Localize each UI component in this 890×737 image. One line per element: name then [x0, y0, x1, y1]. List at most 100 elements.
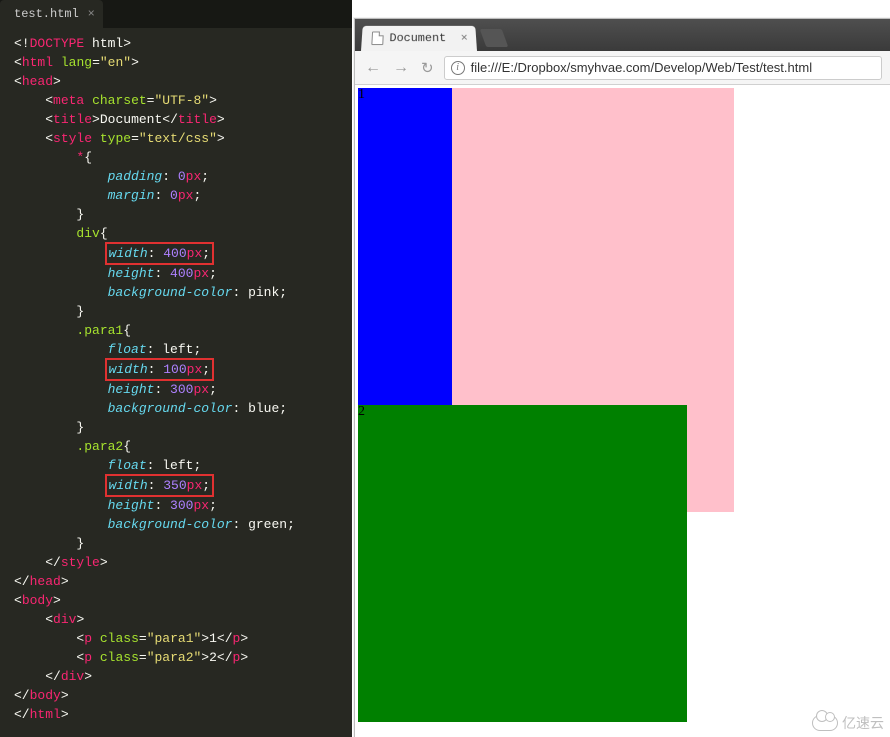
close-icon[interactable]: ×: [460, 26, 468, 51]
code-token: Document: [100, 112, 162, 127]
code-token: height: [108, 498, 155, 513]
code-token: green: [248, 517, 287, 532]
code-token: .para2: [76, 439, 123, 454]
forward-button[interactable]: →: [391, 59, 411, 77]
code-token: blue: [248, 401, 279, 416]
code-token: p: [84, 631, 92, 646]
code-token: >: [61, 688, 69, 703]
code-token: "para2": [147, 650, 202, 665]
code-token: >: [92, 112, 100, 127]
code-token: 100: [163, 362, 186, 377]
code-token: </: [45, 555, 61, 570]
code-token: style: [61, 555, 100, 570]
code-token: >: [53, 593, 61, 608]
code-token: }: [76, 536, 84, 551]
code-token: <: [45, 93, 53, 108]
rendered-para1-blue: 1: [358, 88, 452, 405]
code-token: .para1: [76, 323, 123, 338]
code-token: px: [187, 478, 203, 493]
highlight-box: width: 100px;: [105, 358, 214, 381]
code-token: >: [100, 555, 108, 570]
site-info-icon[interactable]: i: [451, 61, 465, 75]
code-token: float: [108, 342, 147, 357]
code-token: ;: [279, 401, 287, 416]
back-button[interactable]: ←: [363, 59, 383, 77]
browser-window: Document × ← → ↻ i file:///E:/Dropbox/sm…: [354, 18, 890, 737]
code-token: >: [217, 112, 225, 127]
code-token: >: [76, 612, 84, 627]
code-token: >: [201, 631, 209, 646]
reload-button[interactable]: ↻: [419, 59, 436, 77]
code-token: <: [45, 612, 53, 627]
code-token: {: [123, 439, 131, 454]
code-area[interactable]: <!DOCTYPE html> <html lang="en"> <head> …: [0, 28, 352, 732]
editor-tabbar: test.html ×: [0, 0, 352, 28]
code-editor-pane: test.html × <!DOCTYPE html> <html lang="…: [0, 0, 352, 737]
address-bar[interactable]: i file:///E:/Dropbox/smyhvae.com/Develop…: [444, 56, 882, 80]
code-token: "en": [100, 55, 131, 70]
code-token: style: [53, 131, 92, 146]
code-token: >: [53, 74, 61, 89]
code-token: <: [45, 112, 53, 127]
code-token: >: [61, 574, 69, 589]
code-token: ;: [193, 188, 201, 203]
highlight-box: width: 350px;: [105, 474, 214, 497]
code-token: <: [45, 131, 53, 146]
code-token: >: [217, 131, 225, 146]
code-token: px: [178, 188, 194, 203]
code-token: px: [186, 169, 202, 184]
code-token: height: [108, 266, 155, 281]
browser-tab-document[interactable]: Document ×: [361, 26, 477, 51]
close-icon[interactable]: ×: [88, 0, 95, 28]
code-token: pink: [248, 285, 279, 300]
code-token: >: [131, 55, 139, 70]
code-token: >: [240, 650, 248, 665]
rendered-para2-green: 2: [358, 405, 687, 722]
browser-toolbar: ← → ↻ i file:///E:/Dropbox/smyhvae.com/D…: [355, 51, 890, 85]
code-token: 300: [170, 498, 193, 513]
code-token: ;: [193, 342, 201, 357]
code-token: float: [108, 458, 147, 473]
code-token: ;: [279, 285, 287, 300]
code-token: 400: [163, 246, 186, 261]
code-token: {: [123, 323, 131, 338]
code-token: <: [14, 55, 22, 70]
code-token: <!: [14, 36, 30, 51]
code-token: px: [193, 382, 209, 397]
code-token: width: [109, 478, 148, 493]
editor-tab-filename: test.html: [14, 7, 79, 21]
code-token: </: [14, 688, 30, 703]
code-token: {: [84, 150, 92, 165]
watermark-text: 亿速云: [842, 713, 884, 733]
code-token: </: [162, 112, 178, 127]
code-token: ;: [202, 246, 210, 261]
code-token: DOCTYPE: [30, 36, 85, 51]
code-token: >: [123, 36, 131, 51]
code-token: >: [201, 650, 209, 665]
code-token: ;: [287, 517, 295, 532]
code-token: ;: [201, 169, 209, 184]
code-token: class: [100, 650, 139, 665]
code-token: html: [84, 36, 123, 51]
code-token: 350: [163, 478, 186, 493]
code-token: >: [61, 707, 69, 722]
code-token: class: [100, 631, 139, 646]
code-token: </: [217, 650, 233, 665]
code-token: div: [76, 226, 99, 241]
editor-tab-test-html[interactable]: test.html ×: [0, 0, 103, 28]
new-tab-button[interactable]: [479, 29, 508, 47]
code-token: type: [100, 131, 131, 146]
code-token: px: [193, 266, 209, 281]
code-token: "UTF-8": [154, 93, 209, 108]
code-token: padding: [108, 169, 163, 184]
browser-tab-title: Document: [389, 26, 447, 51]
code-token: p: [84, 650, 92, 665]
page-viewport: 1 2: [355, 85, 890, 737]
code-token: div: [53, 612, 76, 627]
cloud-icon: [812, 715, 838, 731]
code-token: height: [108, 382, 155, 397]
code-token: }: [76, 207, 84, 222]
code-token: left: [162, 342, 193, 357]
code-token: >: [84, 669, 92, 684]
code-token: body: [30, 688, 61, 703]
